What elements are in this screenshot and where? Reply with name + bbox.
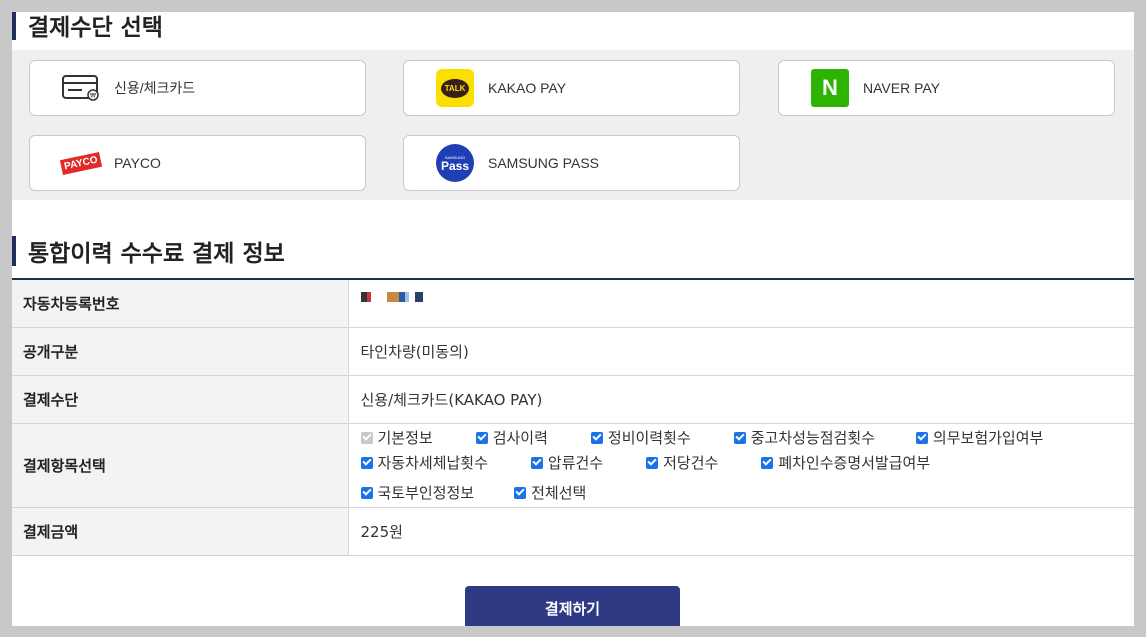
row-label: 결제항목선택 [12,423,349,508]
checkbox-icon [530,456,543,469]
payment-info-title: 통합이력 수수료 결제 정보 [12,236,285,267]
pay-option-label: PAYCO [114,155,161,171]
payment-method-title: 결제수단 선택 [12,12,163,41]
pay-option-payco[interactable]: PAYCO PAYCO [29,135,366,191]
naver-pay-icon: N [811,69,849,107]
checkbox-used-car-inspection[interactable]: 중고차성능점검횟수 [733,428,875,448]
payment-method-list: ₩ 신용/체크카드 TALK KAKAO PAY N NAVER PAY PAY… [12,50,1134,200]
svg-text:₩: ₩ [90,93,96,100]
checkbox-maintenance-count[interactable]: 정비이력횟수 [590,428,691,448]
pay-option-label: SAMSUNG PASS [488,155,599,171]
row-label: 결제금액 [12,507,349,556]
checkbox-select-all[interactable]: 전체선택 [514,483,586,503]
payment-info-table: 자동차등록번호 공개구분 타인차량(미동의) 결제수단 신용/체크카드(KAKA… [12,278,1134,556]
pay-option-label: KAKAO PAY [488,80,567,96]
kakao-pay-icon: TALK [436,69,474,107]
table-row: 결제수단 신용/체크카드(KAKAO PAY) [12,375,1134,424]
checkbox-icon [360,486,373,499]
pay-option-label: NAVER PAY [863,80,941,96]
amount-value: 225원 [348,507,1134,556]
row-label: 공개구분 [12,327,349,376]
checkbox-icon [514,486,527,499]
pay-option-samsung[interactable]: SAMSUNG Pass SAMSUNG PASS [403,135,740,191]
pay-option-card[interactable]: ₩ 신용/체크카드 [29,60,366,116]
checkbox-icon [733,431,746,444]
pay-option-naver[interactable]: N NAVER PAY [778,60,1115,116]
checkbox-tax-arrears[interactable]: 자동차세체납횟수 [360,453,488,473]
checkbox-insurance[interactable]: 의무보험가입여부 [915,428,1043,448]
table-row: 공개구분 타인차량(미동의) [12,327,1134,376]
checkbox-icon [646,456,659,469]
pay-option-kakao[interactable]: TALK KAKAO PAY [403,60,740,116]
checkbox-basic-info: 기본정보 [360,428,433,448]
disclosure-value: 타인차량(미동의) [348,327,1134,376]
pay-button[interactable]: 결제하기 [465,586,680,626]
table-row: 결제금액 225원 [12,507,1134,556]
checkbox-icon [915,431,928,444]
checkbox-icon [761,456,774,469]
samsung-pass-icon: SAMSUNG Pass [436,144,474,182]
row-label: 결제수단 [12,375,349,424]
checkbox-molit-info[interactable]: 국토부인정정보 [360,483,474,503]
payment-page: 결제수단 선택 ₩ 신용/체크카드 TALK KAKAO PAY N NAVER… [12,12,1134,626]
checkbox-scrap-certificate[interactable]: 폐차인수증명서발급여부 [761,453,930,473]
table-row: 자동차등록번호 [12,279,1135,328]
row-label: 자동차등록번호 [12,279,349,328]
checkbox-icon [360,431,373,444]
method-value: 신용/체크카드(KAKAO PAY) [348,375,1134,424]
plate-masked-image [360,290,1135,304]
payco-icon: PAYCO [59,144,103,182]
checkbox-mortgage[interactable]: 저당건수 [646,453,718,473]
checkbox-icon [590,431,603,444]
checkbox-icon [475,431,488,444]
checkbox-icon [360,456,373,469]
item-checkboxes: 기본정보 검사이력 정비이력횟수 중고차성능점검횟수 의무보험가입여부 자동차세… [348,423,1134,508]
checkbox-seizure[interactable]: 압류건수 [530,453,603,473]
checkbox-inspection-history[interactable]: 검사이력 [475,428,548,448]
table-row: 결제항목선택 기본정보 검사이력 정비이력횟수 중고차성능점검횟수 의무보험가입… [12,423,1134,508]
credit-card-icon: ₩ [62,69,100,107]
pay-option-label: 신용/체크카드 [114,80,196,96]
plate-value [348,279,1135,328]
